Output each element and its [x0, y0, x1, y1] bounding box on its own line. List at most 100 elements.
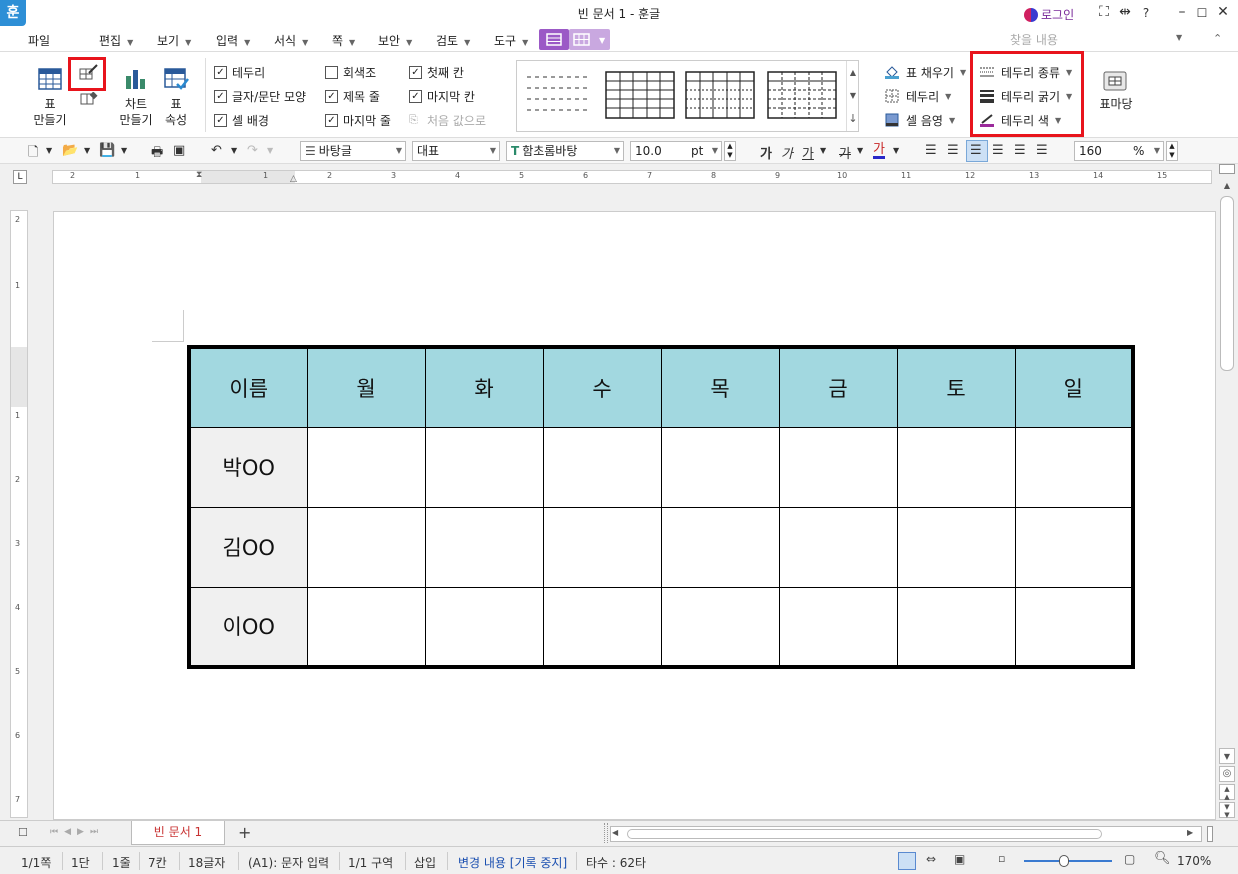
- menu-file[interactable]: 파일: [28, 32, 50, 49]
- new-document-icon[interactable]: 🗋: [28, 143, 38, 165]
- scroll-right-icon[interactable]: ▶: [1187, 828, 1193, 837]
- chevron-down-icon[interactable]: ▼: [121, 146, 127, 155]
- border-button[interactable]: 테두리 ▼: [884, 86, 951, 106]
- scroll-up-icon[interactable]: ▲: [847, 61, 859, 84]
- table-style-1[interactable]: [527, 73, 591, 117]
- table-cell[interactable]: [660, 426, 780, 508]
- bold-icon[interactable]: 가: [760, 143, 772, 162]
- zoom-input[interactable]: 160% ▼: [1074, 141, 1164, 161]
- header-cell-name[interactable]: 이름: [188, 346, 308, 428]
- right-indent-marker[interactable]: △: [290, 174, 297, 184]
- vertical-scrollbar[interactable]: ▲ ▼ ◎ ▲ ▲ ▼ ▼: [1216, 164, 1238, 820]
- check-title-row[interactable]: ✓ 제목 줄: [325, 87, 380, 105]
- table-design-tab-icon[interactable]: [539, 29, 569, 50]
- chevron-down-icon[interactable]: ▼: [46, 146, 52, 155]
- tab-list-icon[interactable]: ☐: [18, 826, 28, 839]
- align-center-icon[interactable]: ☰: [970, 143, 982, 158]
- font-color-icon[interactable]: 가: [873, 143, 885, 159]
- cell-border-pen-icon[interactable]: [71, 60, 103, 88]
- table-cell[interactable]: [778, 506, 898, 588]
- chevron-down-icon[interactable]: ▼: [84, 146, 90, 155]
- scroll-down-icon[interactable]: ▼: [847, 84, 859, 107]
- align-distribute-icon[interactable]: ☰: [1014, 143, 1026, 158]
- status-insert-mode[interactable]: 삽입: [414, 854, 436, 871]
- table-cell[interactable]: [542, 586, 662, 668]
- tab-type-icon[interactable]: L: [13, 170, 27, 184]
- table-cell[interactable]: [424, 506, 544, 588]
- search-input[interactable]: 찾을 내용: [1010, 30, 1186, 50]
- horizontal-scrollbar[interactable]: ◀ ▶: [610, 826, 1202, 842]
- table-cell[interactable]: [424, 426, 544, 508]
- name-cell[interactable]: 이OO: [188, 586, 308, 668]
- add-tab-icon[interactable]: +: [238, 823, 251, 842]
- status-page[interactable]: 1/1쪽: [21, 854, 51, 871]
- split-handle[interactable]: [1219, 164, 1235, 174]
- check-char-para-shape[interactable]: ✓ 글자/문단 모양: [214, 87, 306, 105]
- check-first-col[interactable]: ✓ 첫째 칸: [409, 63, 464, 81]
- header-cell-mon[interactable]: 월: [306, 346, 426, 428]
- status-track-changes[interactable]: 변경 내용 [기록 중지]: [458, 854, 567, 871]
- scroll-down-icon[interactable]: ▼: [1219, 748, 1235, 764]
- magnifier-icon[interactable]: 🔍︎: [1154, 851, 1171, 866]
- collapse-ribbon-icon[interactable]: ⌃: [1213, 32, 1222, 45]
- menu-review[interactable]: 검토 ▼: [436, 32, 470, 49]
- vertical-ruler[interactable]: 2 1 1 2 3 4 5 6 7: [10, 210, 28, 818]
- table-cell[interactable]: [306, 506, 426, 588]
- underline-icon[interactable]: 가: [802, 143, 814, 162]
- chevron-down-icon[interactable]: ▼: [893, 146, 899, 155]
- login-button[interactable]: 로그인: [1024, 6, 1074, 23]
- maximize-icon[interactable]: ☐: [1193, 6, 1211, 20]
- table-cell[interactable]: [1014, 426, 1134, 508]
- menu-insert[interactable]: 입력 ▼: [216, 32, 250, 49]
- border-thickness-button[interactable]: 테두리 굵기 ▼: [979, 86, 1072, 106]
- font-size-spinner[interactable]: ▲ ▼: [724, 141, 736, 161]
- table-style-2[interactable]: [605, 71, 675, 119]
- align-left-icon[interactable]: ☰: [947, 143, 959, 158]
- table-cell[interactable]: [896, 426, 1016, 508]
- table-cell[interactable]: [778, 426, 898, 508]
- minimize-icon[interactable]: –: [1173, 4, 1191, 20]
- table-style-4[interactable]: [767, 71, 837, 119]
- table-cell[interactable]: [424, 586, 544, 668]
- print-icon[interactable]: 🖶: [151, 143, 163, 165]
- check-cell-background[interactable]: ✓ 셀 배경: [214, 111, 269, 129]
- chevron-down-icon[interactable]: ▼: [857, 146, 863, 155]
- table-make-button[interactable]: 표 만들기: [30, 96, 70, 128]
- table-cell[interactable]: [896, 586, 1016, 668]
- chevron-down-icon[interactable]: ▼: [820, 146, 826, 155]
- align-right-icon[interactable]: ☰: [992, 143, 1004, 158]
- table-properties-button[interactable]: 표 속성: [156, 96, 196, 128]
- document-tab[interactable]: 빈 문서 1: [131, 821, 225, 845]
- chart-icon[interactable]: [124, 68, 148, 93]
- next-page-icon[interactable]: ▼ ▼: [1219, 802, 1235, 819]
- zoom-out-icon[interactable]: ▫: [998, 852, 1005, 865]
- name-cell[interactable]: 김OO: [188, 506, 308, 588]
- zoom-in-icon[interactable]: ▢: [1124, 852, 1135, 866]
- tab-navigation-icons[interactable]: ⏮◀▶⏭: [50, 827, 104, 837]
- table-fill-button[interactable]: 표 채우기 ▼: [884, 62, 966, 82]
- table-cell[interactable]: [306, 426, 426, 508]
- zoom-slider[interactable]: [1024, 855, 1112, 867]
- table-template-icon[interactable]: [1101, 68, 1129, 95]
- header-cell-sun[interactable]: 일: [1014, 346, 1134, 428]
- table-cell[interactable]: [542, 426, 662, 508]
- italic-icon[interactable]: 가: [781, 143, 793, 162]
- menu-format[interactable]: 서식 ▼: [274, 32, 308, 49]
- table-template-button[interactable]: 표마당: [1094, 96, 1138, 112]
- status-zoom[interactable]: 170%: [1177, 854, 1211, 868]
- table-cell[interactable]: [896, 506, 1016, 588]
- close-icon[interactable]: ✕: [1214, 4, 1232, 20]
- table-cell[interactable]: [1014, 586, 1134, 668]
- horizontal-ruler[interactable]: 2 1 1 2 3 4 5 6 7 8 9 10 11 12 13 14 15 …: [52, 170, 1212, 184]
- menu-page[interactable]: 쪽 ▼: [332, 32, 355, 49]
- prev-page-icon[interactable]: ▲ ▲: [1219, 784, 1235, 801]
- table-icon[interactable]: [38, 68, 62, 93]
- open-folder-icon[interactable]: 📂: [62, 143, 78, 158]
- scroll-thumb[interactable]: [627, 829, 1102, 839]
- table-cell[interactable]: [660, 586, 780, 668]
- zoom-slider-thumb[interactable]: [1058, 855, 1069, 867]
- split-handle[interactable]: [1207, 826, 1213, 842]
- page-view-icon[interactable]: [898, 852, 916, 870]
- save-icon[interactable]: 💾: [99, 143, 115, 158]
- table-layout-tab-icon[interactable]: ▼: [569, 29, 610, 50]
